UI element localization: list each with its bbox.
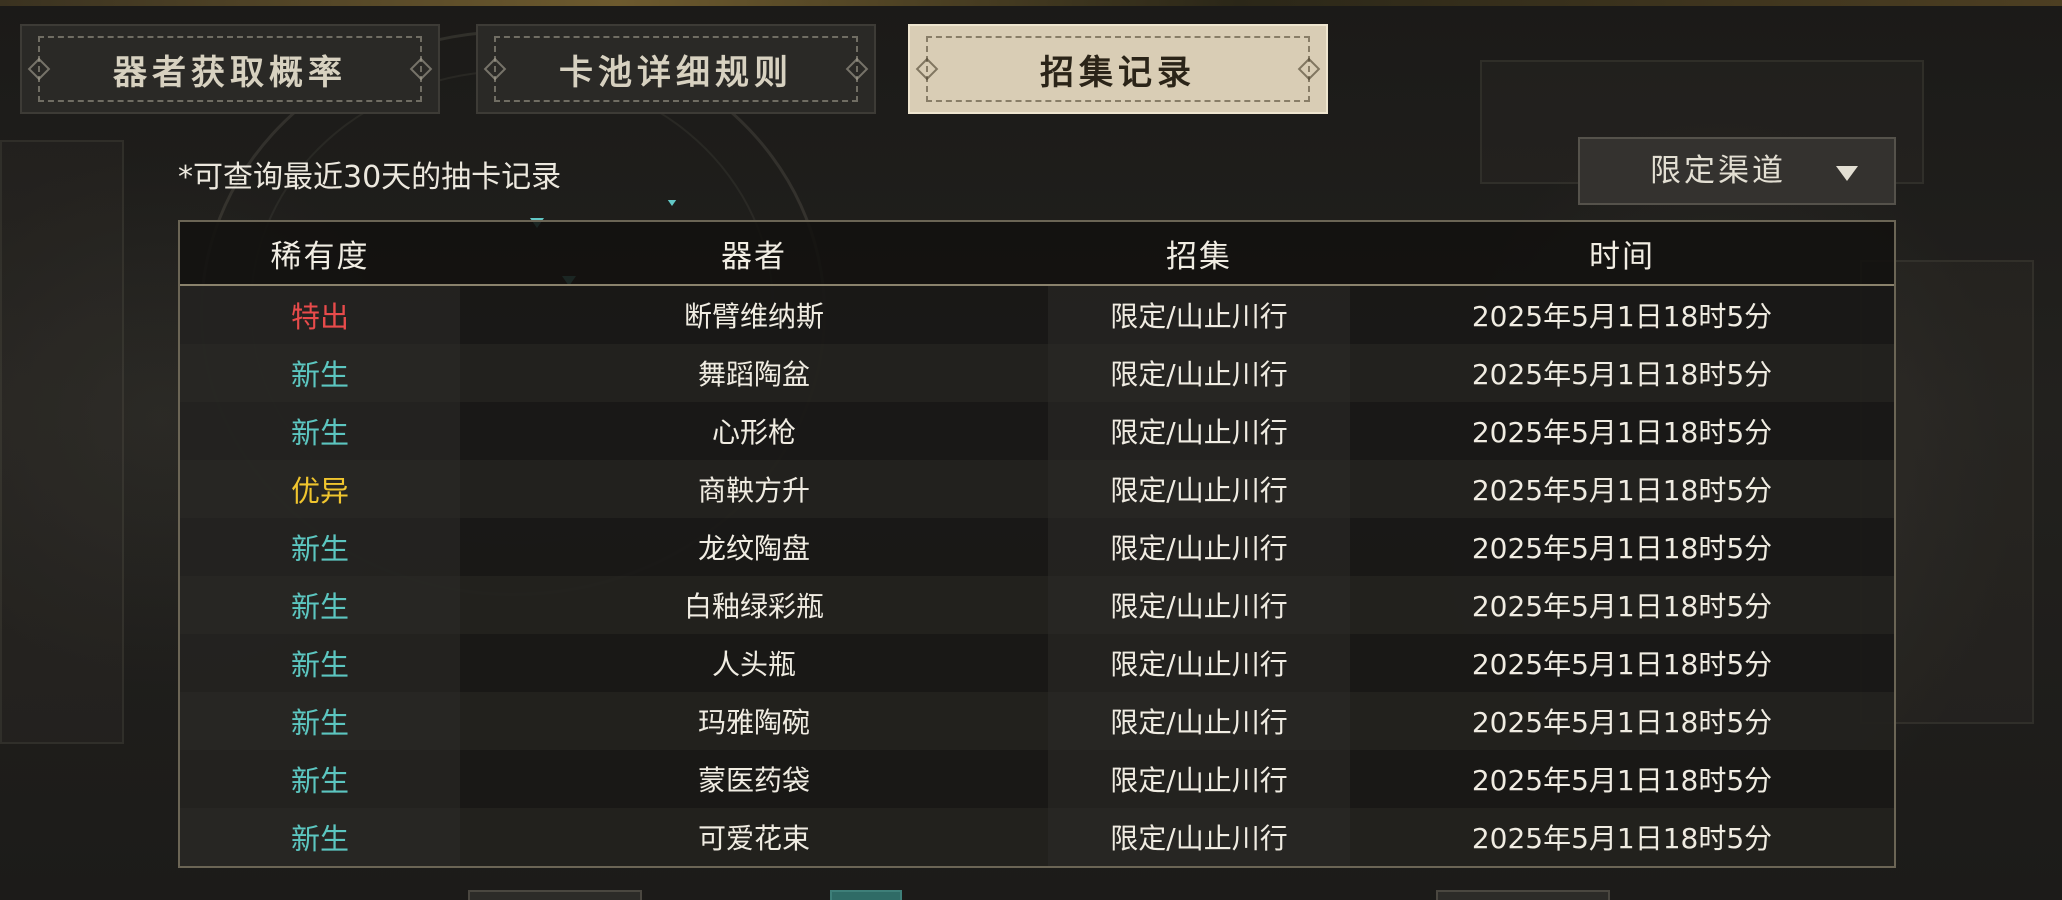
item-name-cell: 舞蹈陶盆 [697,358,810,391]
table-row: 优异 商鞅方升 限定/山止川行 2025年5月1日18时5分 [180,460,1894,518]
rarity-cell: 特出 [180,286,460,344]
column-header-rarity: 稀有度 [270,238,370,275]
rarity-cell: 新生 [180,518,460,576]
time-cell: 2025年5月1日18时5分 [1471,822,1773,855]
time-cell: 2025年5月1日18时5分 [1471,590,1773,623]
pool-cell: 限定/山止川行 [1048,344,1350,402]
tab-recruit-records[interactable]: 招集记录 [908,24,1328,114]
query-range-note: *可查询最近30天的抽卡记录 [178,160,562,195]
time-cell: 2025年5月1日18时5分 [1471,532,1773,565]
rarity-cell: 新生 [180,344,460,402]
item-name-cell: 人头瓶 [711,648,796,681]
item-name-cell: 可爱花束 [697,822,810,855]
time-cell: 2025年5月1日18时5分 [1471,416,1773,449]
table-row: 新生 白釉绿彩瓶 限定/山止川行 2025年5月1日18时5分 [180,576,1894,634]
background-panel [0,140,124,744]
table-row: 新生 心形枪 限定/山止川行 2025年5月1日18时5分 [180,402,1894,460]
background-top-strip [0,0,2062,6]
pool-cell: 限定/山止川行 [1048,692,1350,750]
pool-cell: 限定/山止川行 [1048,518,1350,576]
table-row: 特出 断臂维纳斯 限定/山止川行 2025年5月1日18时5分 [180,286,1894,344]
item-name-cell: 蒙医药袋 [697,764,810,797]
tab-label: 招集记录 [1040,52,1196,93]
time-cell: 2025年5月1日18时5分 [1471,648,1773,681]
pool-cell: 限定/山止川行 [1048,460,1350,518]
time-cell: 2025年5月1日18时5分 [1471,764,1773,797]
rarity-cell: 优异 [180,460,460,518]
channel-filter-dropdown[interactable]: 限定渠道 [1578,137,1896,205]
time-cell: 2025年5月1日18时5分 [1471,358,1773,391]
pool-cell: 限定/山止川行 [1048,634,1350,692]
item-name-cell: 商鞅方升 [697,474,810,507]
column-header-time: 时间 [1589,238,1655,275]
table-body: 特出 断臂维纳斯 限定/山止川行 2025年5月1日18时5分 新生 舞蹈陶盆 … [180,286,1894,866]
bottom-button[interactable] [468,890,642,900]
pool-cell: 限定/山止川行 [1048,808,1350,866]
table-row: 新生 龙纹陶盘 限定/山止川行 2025年5月1日18时5分 [180,518,1894,576]
rarity-cell: 新生 [180,402,460,460]
time-cell: 2025年5月1日18时5分 [1471,474,1773,507]
column-header-item: 器者 [721,238,787,275]
rarity-cell: 新生 [180,692,460,750]
table-header: 稀有度 器者 招集 时间 [180,222,1894,286]
recruit-records-table: 稀有度 器者 招集 时间 特出 断臂维纳斯 限定/山止川行 2025年5月1日1… [178,220,1896,868]
tab-label: 器者获取概率 [113,52,347,93]
time-cell: 2025年5月1日18时5分 [1471,706,1773,739]
table-row: 新生 人头瓶 限定/山止川行 2025年5月1日18时5分 [180,634,1894,692]
tab-acquisition-probability[interactable]: 器者获取概率 [20,24,440,114]
item-name-cell: 白釉绿彩瓶 [683,590,824,623]
decorative-triangle [667,200,677,206]
bottom-button[interactable] [1436,890,1610,900]
item-name-cell: 断臂维纳斯 [683,300,824,333]
pool-cell: 限定/山止川行 [1048,402,1350,460]
rarity-cell: 新生 [180,634,460,692]
tab-pool-rules[interactable]: 卡池详细规则 [476,24,876,114]
table-row: 新生 舞蹈陶盆 限定/山止川行 2025年5月1日18时5分 [180,344,1894,402]
time-cell: 2025年5月1日18时5分 [1471,300,1773,333]
triangle-down-icon [1836,166,1858,181]
dropdown-selected-value: 限定渠道 [1650,153,1786,189]
bottom-page-indicator[interactable] [830,890,902,900]
rarity-cell: 新生 [180,808,460,866]
rarity-cell: 新生 [180,750,460,808]
pool-cell: 限定/山止川行 [1048,286,1350,344]
item-name-cell: 玛雅陶碗 [697,706,810,739]
rarity-cell: 新生 [180,576,460,634]
table-row: 新生 玛雅陶碗 限定/山止川行 2025年5月1日18时5分 [180,692,1894,750]
pool-cell: 限定/山止川行 [1048,750,1350,808]
table-row: 新生 蒙医药袋 限定/山止川行 2025年5月1日18时5分 [180,750,1894,808]
item-name-cell: 心形枪 [711,416,796,449]
item-name-cell: 龙纹陶盘 [697,532,810,565]
pool-cell: 限定/山止川行 [1048,576,1350,634]
tab-label: 卡池详细规则 [559,52,793,93]
table-row: 新生 可爱花束 限定/山止川行 2025年5月1日18时5分 [180,808,1894,866]
column-header-recruit: 招集 [1166,238,1232,275]
